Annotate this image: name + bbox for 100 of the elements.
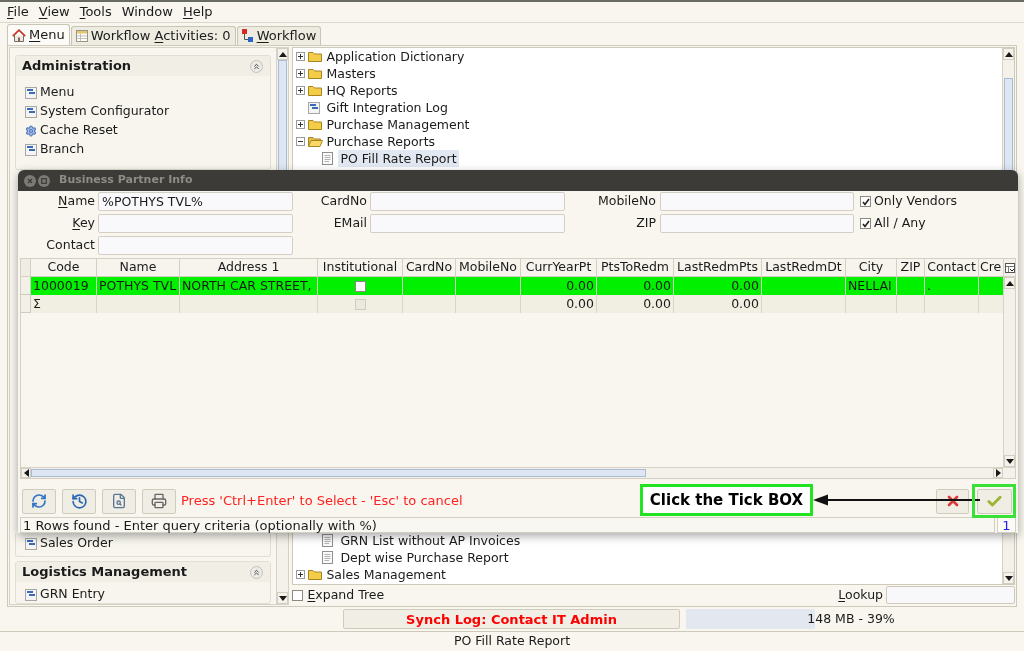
table-cell: 0.00 xyxy=(597,295,674,313)
scrollbar[interactable] xyxy=(21,467,1015,478)
menubar-item[interactable]: File xyxy=(2,2,34,22)
close-button[interactable] xyxy=(24,174,36,187)
collapse-button[interactable] xyxy=(250,565,264,579)
scroll-button[interactable] xyxy=(21,468,31,478)
tree-item[interactable]: Masters xyxy=(324,65,378,82)
zoom-button[interactable] xyxy=(102,488,136,514)
down-arrow-icon xyxy=(278,595,287,601)
scroll-button[interactable] xyxy=(277,48,289,60)
scroll-button[interactable] xyxy=(277,592,289,604)
text-field[interactable] xyxy=(660,214,854,233)
lookup-field[interactable] xyxy=(886,586,1015,604)
window-icon xyxy=(308,101,321,114)
expand-icon[interactable] xyxy=(296,52,306,61)
double-chevron-up-icon xyxy=(252,567,262,577)
section-header[interactable]: Logistics Management xyxy=(16,562,271,582)
section-header[interactable]: Administration xyxy=(16,56,271,76)
scroll-button[interactable] xyxy=(1003,572,1014,584)
column-header[interactable]: Code xyxy=(31,259,97,276)
menubar-item[interactable]: View xyxy=(33,2,75,22)
checkbox[interactable] xyxy=(354,280,366,292)
scrollbar[interactable] xyxy=(1003,259,1015,467)
scroll-button[interactable] xyxy=(1004,455,1015,467)
tree-item[interactable]: Dept wise Purchase Report xyxy=(338,549,511,566)
text-field[interactable] xyxy=(660,192,854,211)
column-header[interactable]: City xyxy=(846,259,897,276)
tree-item[interactable]: HQ Reports xyxy=(324,82,400,99)
collapse-icon[interactable] xyxy=(296,137,306,146)
expand-icon[interactable] xyxy=(296,120,306,129)
document-search-icon xyxy=(111,493,127,509)
column-header[interactable]: Contact xyxy=(925,259,979,276)
text-field[interactable] xyxy=(370,192,565,211)
text-field[interactable] xyxy=(98,214,293,233)
column-header[interactable]: Name xyxy=(97,259,180,276)
folder-icon xyxy=(308,85,323,96)
tree-item[interactable]: PO Fill Rate Report xyxy=(338,150,459,167)
column-header[interactable]: ZIP xyxy=(897,259,925,276)
field-label: MobileNo xyxy=(597,192,657,211)
window-icon xyxy=(25,588,37,601)
table-icon xyxy=(75,30,88,42)
tree-item[interactable]: Purchase Management xyxy=(324,116,472,133)
text-field[interactable] xyxy=(98,236,293,255)
sidebar-item[interactable]: Sales Order xyxy=(25,534,271,553)
menubar-item[interactable]: Window xyxy=(116,2,178,22)
tree-item[interactable]: GRN List without AP Invoices xyxy=(338,532,523,549)
table-row[interactable]: 1000019 POTHYS TVL NORTH CAR STREET, 0.00 0.00 0.00 NELLAI . xyxy=(21,277,1003,295)
field-label: Contact xyxy=(45,236,96,255)
tree-item[interactable]: Sales Management xyxy=(324,566,449,583)
print-icon xyxy=(151,493,167,509)
sidebar-item[interactable]: Menu xyxy=(25,83,271,102)
column-header[interactable]: Institutional xyxy=(318,259,403,276)
column-header[interactable]: CurrYearPt xyxy=(521,259,597,276)
column-header[interactable]: CardNo xyxy=(403,259,456,276)
scrollbar-thumb[interactable] xyxy=(31,469,646,477)
expand-icon[interactable] xyxy=(296,69,306,78)
grid-icon xyxy=(1004,262,1015,273)
refresh-icon xyxy=(31,493,47,509)
tree-item[interactable]: Gift Integration Log xyxy=(324,99,450,116)
history-button[interactable] xyxy=(62,488,96,514)
checkbox[interactable] xyxy=(292,589,304,601)
sidebar-item[interactable]: Branch xyxy=(25,140,271,159)
checkbox[interactable] xyxy=(860,218,871,229)
folder-icon xyxy=(308,68,323,79)
print-button[interactable] xyxy=(142,488,176,514)
menubar-item[interactable]: Tools xyxy=(74,2,117,22)
cancel-button[interactable] xyxy=(936,488,969,514)
double-chevron-up-icon xyxy=(252,61,262,71)
tree-item[interactable]: Application Dictionary xyxy=(324,48,467,65)
scroll-button[interactable] xyxy=(993,468,1003,478)
sidebar-item[interactable]: System Configurator xyxy=(25,102,271,121)
column-header[interactable]: LastRedmPts xyxy=(674,259,762,276)
scroll-button[interactable] xyxy=(1003,48,1014,60)
column-header[interactable]: MobileNo xyxy=(456,259,521,276)
sidebar-item[interactable]: Cache Reset xyxy=(25,121,271,140)
maximize-button[interactable] xyxy=(38,174,50,187)
workflow-icon xyxy=(241,29,254,43)
column-header[interactable]: Address 1 xyxy=(180,259,318,276)
collapse-button[interactable] xyxy=(250,59,264,73)
window-icon xyxy=(25,537,37,550)
checkbox-label[interactable]: Expand Tree xyxy=(307,585,385,605)
checkbox-label[interactable]: All / Any xyxy=(874,214,926,233)
text-field[interactable] xyxy=(370,214,565,233)
menubar-item[interactable]: Help xyxy=(177,2,218,22)
column-header[interactable]: LastRedmDt xyxy=(762,259,846,276)
tab[interactable]: Menu xyxy=(7,24,70,45)
sidebar-item[interactable]: GRN Entry xyxy=(25,586,271,603)
expand-icon[interactable] xyxy=(296,570,306,579)
text-field[interactable]: %POTHYS TVL% xyxy=(98,192,293,211)
scroll-button[interactable] xyxy=(1004,277,1015,289)
checkbox-label[interactable]: Only Vendors xyxy=(874,192,958,211)
up-arrow-icon xyxy=(278,51,287,57)
tab[interactable]: Workflow Activities: 0 xyxy=(70,26,236,45)
column-header[interactable]: PtsToRedm xyxy=(597,259,674,276)
tab[interactable]: Workflow xyxy=(236,26,322,45)
tree-item[interactable]: Purchase Reports xyxy=(324,133,438,150)
expand-icon[interactable] xyxy=(296,86,306,95)
refresh-button[interactable] xyxy=(22,488,56,514)
checkbox[interactable] xyxy=(860,196,871,207)
home-icon xyxy=(12,28,26,42)
